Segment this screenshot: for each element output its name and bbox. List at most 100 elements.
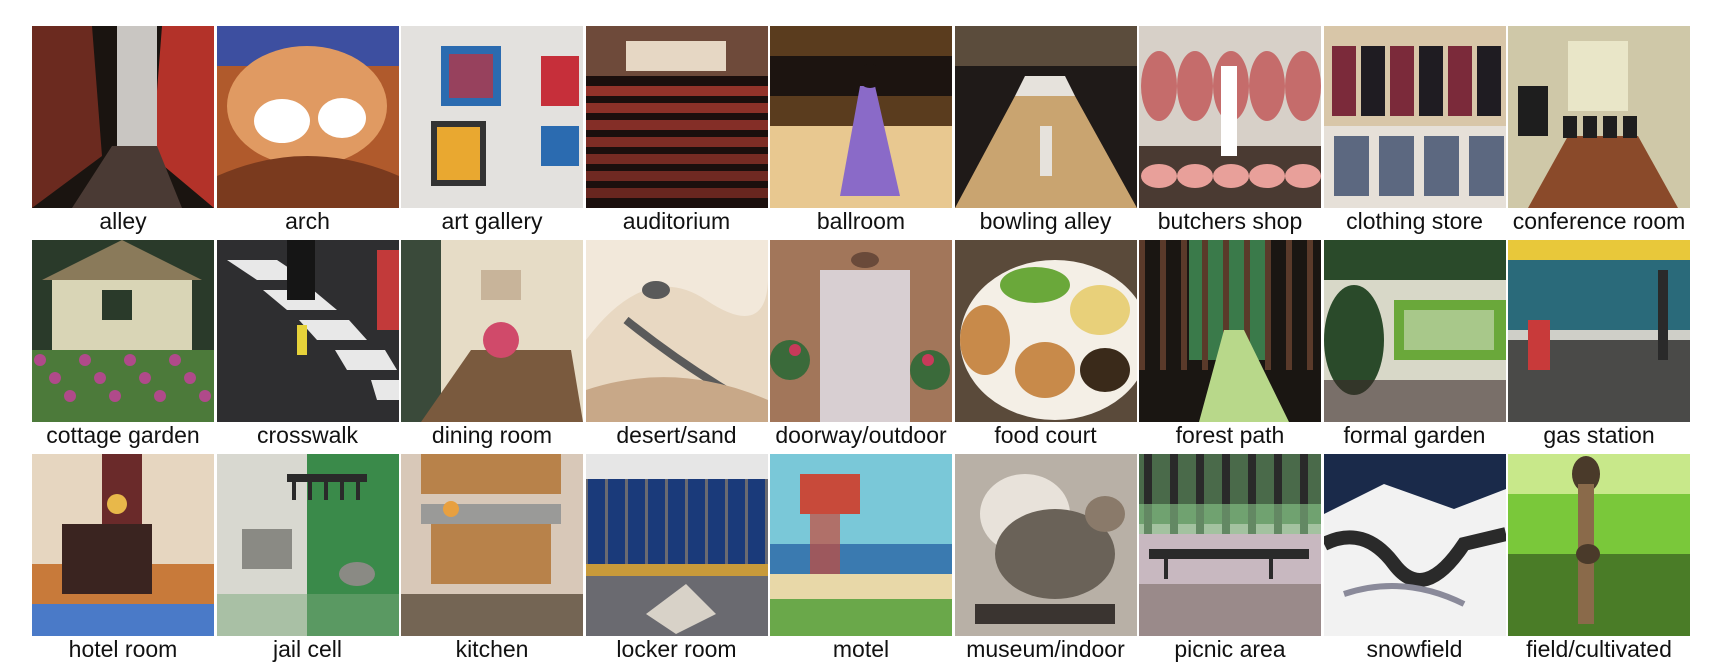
scene-image-drawing [1323,454,1506,636]
scene-image-field-cultivated [1508,454,1690,636]
scene-cell-museum-indoor: museum/indoor [954,454,1137,668]
scene-label: arch [285,208,330,234]
scene-cell-hotel-room: hotel room [32,454,214,668]
scene-label: crosswalk [257,422,358,448]
scene-image-locker-room [585,454,768,636]
scene-image-grid: alley arch art gallery auditorium ballroom bo… [32,26,1692,668]
scene-image-drawing [32,26,214,208]
scene-cell-bowling-alley: bowling alley [954,26,1137,240]
scene-image-drawing [401,26,583,208]
scene-image-drawing [585,26,768,208]
scene-label: formal garden [1343,422,1486,448]
scene-label: alley [99,208,147,234]
scene-cell-formal-garden: formal garden [1323,240,1506,454]
scene-cell-desert-sand: desert/sand [585,240,768,454]
scene-image-drawing [585,454,768,636]
scene-cell-art-gallery: art gallery [401,26,583,240]
scene-image-drawing [1508,240,1690,422]
scene-label: snowfield [1366,636,1463,662]
scene-label: hotel room [68,636,178,662]
scene-image-food-court [954,240,1137,422]
scene-label: desert/sand [616,422,737,448]
scene-label: motel [832,636,890,662]
scene-image-drawing [216,240,399,422]
scene-image-drawing [770,240,952,422]
scene-label: food court [994,422,1097,448]
scene-image-desert-sand [585,240,768,422]
scene-label: forest path [1175,422,1285,448]
scene-cell-kitchen: kitchen [401,454,583,668]
scene-image-crosswalk [216,240,399,422]
scene-label: art gallery [441,208,543,234]
scene-cell-cottage-garden: cottage garden [32,240,214,454]
scene-label: auditorium [622,208,731,234]
scene-image-auditorium [585,26,768,208]
scene-image-arch [216,26,399,208]
scene-label: clothing store [1346,208,1483,234]
scene-cell-jail-cell: jail cell [216,454,399,668]
scene-image-motel [770,454,952,636]
scene-image-drawing [216,454,399,636]
scene-cell-gas-station: gas station [1508,240,1690,454]
scene-label: gas station [1543,422,1655,448]
scene-cell-motel: motel [770,454,952,668]
scene-cell-field-cultivated: field/cultivated [1508,454,1690,668]
scene-cell-auditorium: auditorium [585,26,768,240]
scene-image-drawing [401,240,583,422]
scene-image-snowfield [1323,454,1506,636]
scene-image-drawing [32,454,214,636]
scene-image-drawing [1139,240,1321,422]
scene-image-drawing [1323,240,1506,422]
scene-label: butchers shop [1157,208,1303,234]
scene-image-doorway-outdoor [770,240,952,422]
scene-image-museum-indoor [954,454,1137,636]
scene-label: picnic area [1174,636,1286,662]
scene-label: field/cultivated [1526,636,1672,662]
scene-cell-conference-room: conference room [1508,26,1690,240]
scene-image-cottage-garden [32,240,214,422]
scene-cell-snowfield: snowfield [1323,454,1506,668]
scene-label: bowling alley [979,208,1112,234]
scene-image-dining-room [401,240,583,422]
scene-image-drawing [216,26,399,208]
scene-image-drawing [1323,26,1506,208]
scene-image-drawing [1139,26,1321,208]
scene-label: jail cell [272,636,343,662]
scene-label: ballroom [816,208,906,234]
scene-image-drawing [585,240,768,422]
scene-image-picnic-area [1139,454,1321,636]
scene-cell-doorway-outdoor: doorway/outdoor [770,240,952,454]
scene-cell-dining-room: dining room [401,240,583,454]
scene-image-forest-path [1139,240,1321,422]
scene-label: doorway/outdoor [775,422,947,448]
scene-cell-arch: arch [216,26,399,240]
scene-image-drawing [1139,454,1321,636]
scene-cell-food-court: food court [954,240,1137,454]
scene-label: museum/indoor [966,636,1125,662]
scene-cell-clothing-store: clothing store [1323,26,1506,240]
scene-cell-alley: alley [32,26,214,240]
scene-image-formal-garden [1323,240,1506,422]
scene-label: cottage garden [46,422,200,448]
scene-image-butchers-shop [1139,26,1321,208]
scene-cell-picnic-area: picnic area [1139,454,1321,668]
scene-image-drawing [770,454,952,636]
scene-image-conference-room [1508,26,1690,208]
scene-cell-forest-path: forest path [1139,240,1321,454]
scene-label: locker room [616,636,737,662]
scene-image-drawing [954,240,1137,422]
scene-image-ballroom [770,26,952,208]
scene-image-jail-cell [216,454,399,636]
scene-label: kitchen [455,636,529,662]
scene-image-hotel-room [32,454,214,636]
scene-cell-crosswalk: crosswalk [216,240,399,454]
scene-label: conference room [1512,208,1686,234]
scene-cell-butchers-shop: butchers shop [1139,26,1321,240]
scene-image-kitchen [401,454,583,636]
scene-image-bowling-alley [954,26,1137,208]
scene-image-drawing [1508,454,1690,636]
scene-image-drawing [954,26,1137,208]
scene-image-drawing [401,454,583,636]
scene-image-clothing-store [1323,26,1506,208]
scene-image-alley [32,26,214,208]
